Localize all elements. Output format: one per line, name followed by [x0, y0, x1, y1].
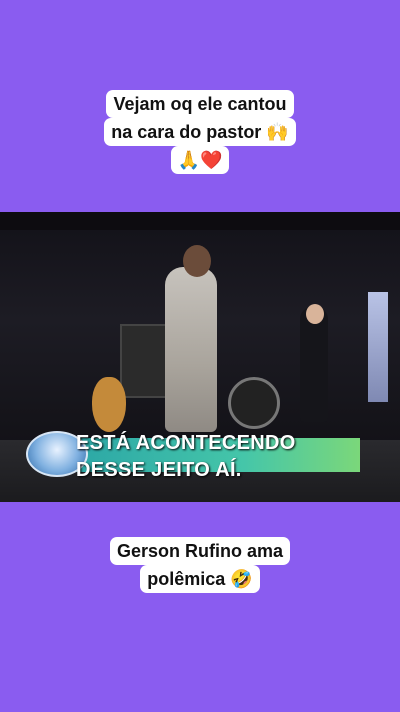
performer-head — [183, 245, 211, 277]
bottom-caption-line-2: polêmica 🤣 — [140, 565, 260, 593]
top-caption-line-1: Vejam oq ele cantou — [106, 90, 294, 118]
app-screen: { "top_caption": { "line1": "Vejam oq el… — [0, 0, 400, 712]
stage-screen — [368, 292, 388, 402]
musician — [300, 307, 328, 422]
performer — [165, 267, 217, 432]
top-caption: Vejam oq ele cantou na cara do pastor 🙌 … — [0, 90, 400, 174]
lower-third-text: ESTÁ ACONTECENDO DESSE JEITO AÍ. — [76, 430, 376, 484]
top-caption-line-2: na cara do pastor 🙌 — [104, 118, 296, 146]
bottom-caption: Gerson Rufino ama polêmica 🤣 — [0, 537, 400, 593]
bottom-caption-line-1: Gerson Rufino ama — [109, 537, 291, 565]
video-player[interactable]: ESTÁ ACONTECENDO DESSE JEITO AÍ. — [0, 212, 400, 502]
top-caption-line-3: 🙏❤️ — [170, 146, 230, 174]
musician-head — [306, 304, 324, 324]
banner-line-2: DESSE JEITO AÍ. — [76, 459, 242, 481]
drum-kit — [228, 377, 280, 429]
guitar — [92, 377, 126, 432]
banner-line-1: ESTÁ ACONTECENDO — [76, 432, 296, 454]
